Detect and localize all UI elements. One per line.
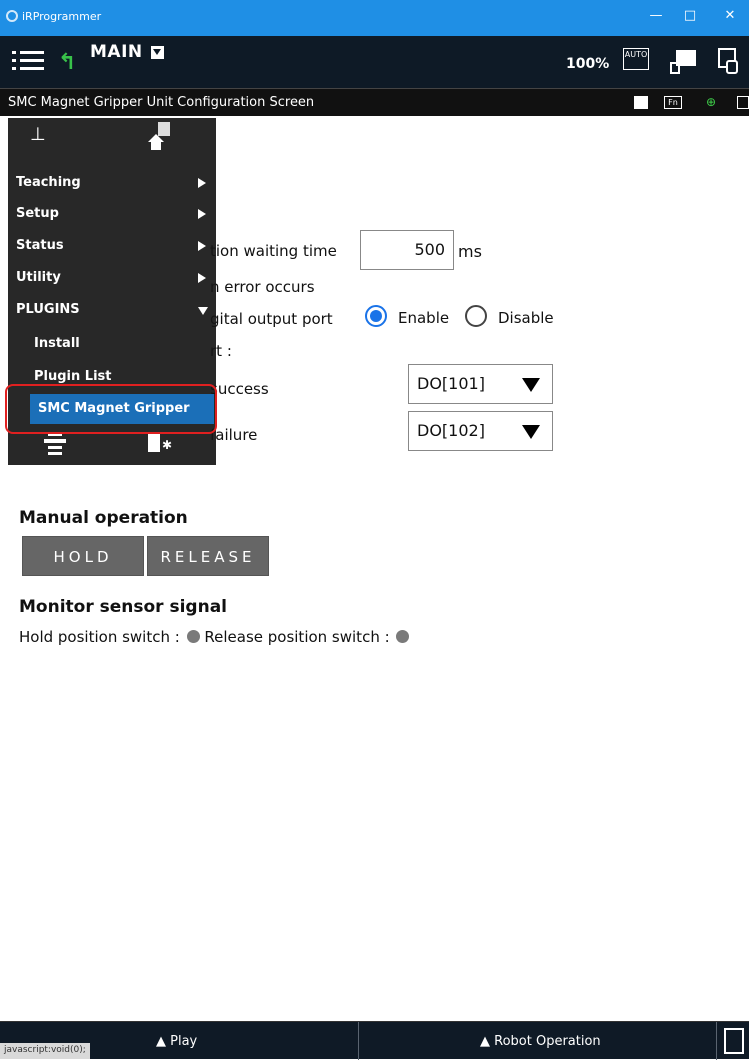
status-tooltip: javascript:void(0);: [0, 1043, 90, 1059]
release-switch-label: Release position switch :: [204, 628, 390, 646]
chevron-down-icon: [198, 307, 208, 315]
release-button[interactable]: RELEASE: [147, 536, 269, 576]
wait-time-label: tion waiting time: [210, 242, 337, 260]
wait-time-input[interactable]: 500: [360, 230, 454, 270]
release-switch-indicator: [396, 630, 410, 643]
bottom-bar: ▲ Play ▲ Robot Operation: [0, 1021, 749, 1060]
menu-item-setup[interactable]: Setup: [8, 199, 216, 229]
split-screen-icon[interactable]: [737, 96, 749, 109]
hold-switch-label: Hold position switch :: [19, 628, 180, 646]
hold-switch-indicator: [186, 630, 200, 643]
disable-radio[interactable]: [465, 305, 487, 327]
chevron-right-icon: [198, 209, 206, 219]
auto-mode-icon[interactable]: AUTO: [623, 48, 649, 70]
minimize-button[interactable]: —: [646, 6, 666, 26]
enable-radio[interactable]: [365, 305, 387, 327]
wait-time-unit: ms: [458, 242, 482, 261]
failure-port-select[interactable]: DO[102]: [408, 411, 553, 451]
selection-highlight: [5, 384, 217, 434]
app-icon: [6, 10, 18, 22]
robot-operation-button[interactable]: ▲ Robot Operation: [480, 1034, 601, 1049]
main-dropdown-icon[interactable]: [151, 46, 164, 59]
success-label: success: [210, 380, 269, 398]
chevron-right-icon: [198, 178, 206, 188]
main-toolbar: ↰ MAIN 100% AUTO: [0, 36, 749, 88]
keyboard-icon[interactable]: [724, 1028, 744, 1054]
manual-operation-title: Manual operation: [19, 508, 188, 528]
close-button[interactable]: ✕: [720, 6, 740, 26]
disable-label[interactable]: Disable: [498, 309, 554, 327]
back-arrow-icon[interactable]: ↰: [58, 50, 76, 75]
failure-port-value: DO[102]: [417, 421, 485, 440]
chevron-down-icon: [522, 378, 540, 392]
window-title-bar: iRProgrammer — □ ✕: [0, 0, 749, 36]
digital-output-label: gital output port: [210, 310, 333, 328]
monitor-sensor-title: Monitor sensor signal: [19, 597, 228, 617]
window-layout-icon[interactable]: [634, 96, 648, 109]
failure-label: failure: [210, 426, 258, 444]
menu-item-teaching[interactable]: Teaching: [8, 168, 216, 198]
menu-item-utility[interactable]: Utility: [8, 263, 216, 293]
hold-button[interactable]: HOLD: [22, 536, 144, 576]
enable-label[interactable]: Enable: [398, 309, 449, 327]
menu-item-status[interactable]: Status: [8, 231, 216, 261]
chevron-down-icon: [522, 425, 540, 439]
menu-icon[interactable]: [10, 45, 46, 77]
screen-title: SMC Magnet Gripper Unit Configuration Sc…: [8, 95, 315, 110]
zoom-icon[interactable]: ⊕: [706, 96, 718, 109]
touch-icon[interactable]: [716, 48, 742, 76]
sensor-status-line: Hold position switch : Release position …: [19, 628, 410, 646]
success-port-select[interactable]: DO[101]: [408, 364, 553, 404]
screen-title-bar: SMC Magnet Gripper Unit Configuration Sc…: [0, 88, 749, 116]
error-occurs-label: n error occurs: [210, 278, 315, 296]
bottom-divider: [716, 1022, 717, 1060]
exit-icon[interactable]: ✱: [148, 432, 172, 456]
menu-item-install[interactable]: Install: [8, 329, 216, 359]
program-list-icon[interactable]: [44, 432, 66, 456]
success-port-value: DO[101]: [417, 374, 485, 393]
pin-icon[interactable]: ⊥: [30, 124, 46, 145]
menu-top-icons: ⊥: [8, 118, 216, 162]
bottom-divider: [358, 1022, 359, 1060]
play-button[interactable]: ▲ Play: [156, 1034, 197, 1049]
menu-item-plugins[interactable]: PLUGINS: [8, 295, 216, 325]
zoom-level: 100%: [566, 56, 610, 72]
teach-pendant-icon[interactable]: [670, 50, 696, 74]
main-label[interactable]: MAIN: [90, 42, 143, 62]
window-title: iRProgrammer: [22, 10, 102, 23]
chevron-right-icon: [198, 241, 206, 251]
maximize-button[interactable]: □: [680, 6, 700, 26]
fn-icon[interactable]: Fn: [664, 96, 682, 109]
chevron-right-icon: [198, 273, 206, 283]
home-icon[interactable]: [148, 122, 172, 150]
